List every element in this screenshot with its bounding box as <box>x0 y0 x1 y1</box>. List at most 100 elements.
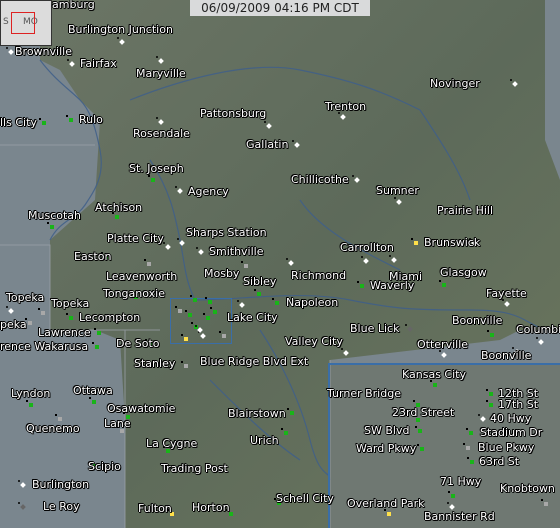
osawatomie-station-label[interactable]: Osawatomie <box>107 403 175 415</box>
63rd-st-station-marker[interactable] <box>467 457 474 464</box>
sharps-station-station-label[interactable]: Sharps Station <box>186 227 267 239</box>
blue-pkwy-station-label[interactable]: Blue Pkwy <box>478 442 534 454</box>
topeka-station-marker[interactable] <box>38 308 45 315</box>
sharps-station-station-marker[interactable] <box>177 238 179 240</box>
lyndon-station-label[interactable]: Lyndon <box>11 388 50 400</box>
stanley-station-marker[interactable] <box>181 361 188 368</box>
40-hwy-station-label[interactable]: 40 Hwy <box>490 413 531 425</box>
ottawa-station-label[interactable]: Ottawa <box>73 385 113 397</box>
urich-station-label[interactable]: Urich <box>250 435 279 447</box>
mosby-station-marker[interactable] <box>241 261 248 268</box>
miami-station-marker[interactable] <box>389 255 391 257</box>
knobtown-station-marker[interactable] <box>541 499 548 506</box>
ottawa-station-marker[interactable] <box>89 397 96 404</box>
blue-ridge-blvd-ext-station-label[interactable]: Blue Ridge Blvd Ext <box>200 356 308 368</box>
metro-station-marker[interactable] <box>195 325 197 327</box>
gallatin-station-label[interactable]: Gallatin <box>246 139 288 151</box>
blue-pkwy-station-marker[interactable] <box>463 443 470 450</box>
rulo-station-label[interactable]: Rulo <box>79 114 103 126</box>
prairie-hill-station-label[interactable]: Prairie Hill <box>437 205 493 217</box>
ward-pkwy-station-marker[interactable] <box>417 444 424 451</box>
sumner-station-label[interactable]: Sumner <box>376 185 419 197</box>
turner-bridge-station-label[interactable]: Turner Bridge <box>327 388 401 400</box>
metro-station-marker[interactable] <box>203 313 210 320</box>
quenemo-station-label[interactable]: Quenemo <box>26 423 80 435</box>
sw-blvd-station-label[interactable]: SW Blvd <box>364 425 409 437</box>
tonganoxie-station-label[interactable]: Tonganoxie <box>103 288 165 300</box>
fairfax-station-marker[interactable] <box>67 59 69 61</box>
muscotah-station-marker[interactable] <box>47 222 54 229</box>
ward-pkwy-station-label[interactable]: Ward Pkwy <box>356 443 416 455</box>
blue-lick-station-label[interactable]: Blue Lick <box>350 323 399 335</box>
lecompton-station-label[interactable]: Lecompton <box>79 312 140 324</box>
carrollton-station-label[interactable]: Carrollton <box>340 242 394 254</box>
peka-station-label[interactable]: peka <box>0 319 27 331</box>
boonville-station-label[interactable]: Boonville <box>481 350 531 362</box>
brunswick-station-marker[interactable] <box>411 238 418 245</box>
easton-station-label[interactable]: Easton <box>74 251 111 263</box>
burlington-station-label[interactable]: Burlington <box>32 479 89 491</box>
maryville-station-label[interactable]: Maryville <box>136 68 186 80</box>
rosendale-station-label[interactable]: Rosendale <box>133 128 190 140</box>
lane-station-label[interactable]: Lane <box>104 418 131 430</box>
burlington-junction-station-label[interactable]: Burlington Junction <box>68 24 173 36</box>
brunswick-station-label[interactable]: Brunswick <box>424 237 480 249</box>
71-hwy-station-label[interactable]: 71 Hwy <box>440 476 481 488</box>
agency-station-label[interactable]: Agency <box>188 186 229 198</box>
63rd-st-station-label[interactable]: 63rd St <box>479 456 519 468</box>
knobtown-station-label[interactable]: Knobtown <box>500 483 555 495</box>
brownville-station-label[interactable]: Brownville <box>15 46 72 58</box>
valley-city-station-marker[interactable] <box>341 348 343 350</box>
metro-station-marker[interactable] <box>210 307 217 314</box>
atchison-station-label[interactable]: Atchison <box>95 202 142 214</box>
12th-st-station-marker[interactable] <box>486 389 493 396</box>
napoleon-station-label[interactable]: Napoleon <box>286 297 338 309</box>
weather-station-map[interactable]: S MO amburg 06/09/2009 04:16 PM CDT Burl… <box>0 0 560 528</box>
muscotah-station-label[interactable]: Muscotah <box>28 210 81 222</box>
bannister-rd-station-label[interactable]: Bannister Rd <box>424 511 495 523</box>
rosendale-station-marker[interactable] <box>156 117 158 119</box>
glasgow-station-label[interactable]: Glasgow <box>440 267 487 279</box>
le-roy-station-marker[interactable] <box>18 502 20 504</box>
rulo-station-marker[interactable] <box>66 115 73 122</box>
metro-station-marker[interactable] <box>181 334 188 341</box>
burlington-station-marker[interactable] <box>18 480 20 482</box>
sibley-station-marker[interactable] <box>254 289 261 296</box>
metro-station-marker[interactable] <box>175 306 182 313</box>
stadium-dr-station-label[interactable]: Stadium Dr <box>480 427 542 439</box>
lecompton-station-marker[interactable] <box>66 313 73 320</box>
blairstown-station-marker[interactable] <box>287 408 294 415</box>
agency-station-marker[interactable] <box>175 186 177 188</box>
waverly-station-label[interactable]: Waverly <box>370 280 414 292</box>
leavenworth-station-marker[interactable] <box>144 259 151 266</box>
brownville-station-marker[interactable] <box>6 47 8 49</box>
pattonsburg-station-marker[interactable] <box>264 121 266 123</box>
scipio-station-label[interactable]: Scipio <box>88 461 121 473</box>
st-joseph-station-label[interactable]: St. Joseph <box>129 163 184 175</box>
novinger-station-marker[interactable] <box>510 79 512 81</box>
carrollton-station-marker[interactable] <box>361 256 363 258</box>
valley-city-station-label[interactable]: Valley City <box>285 336 343 348</box>
17th-st-station-label[interactable]: 17th St <box>498 399 538 411</box>
sibley-station-label[interactable]: Sibley <box>243 276 276 288</box>
lake-city-station-marker[interactable] <box>237 300 239 302</box>
stadium-dr-station-marker[interactable] <box>466 428 473 435</box>
novinger-station-label[interactable]: Novinger <box>430 78 480 90</box>
71-hwy-station-marker[interactable] <box>448 491 455 498</box>
lawrence-station-label[interactable]: Lawrence <box>38 327 91 339</box>
topeka-station-label[interactable]: Topeka <box>6 292 44 304</box>
fulton-station-label[interactable]: Fulton <box>138 503 172 515</box>
de-soto-station-label[interactable]: De Soto <box>116 338 160 350</box>
lls-city-station-marker[interactable] <box>39 118 46 125</box>
lyndon-station-marker[interactable] <box>26 400 33 407</box>
sw-blvd-station-marker[interactable] <box>415 426 422 433</box>
metro-station-marker[interactable] <box>185 310 192 317</box>
bannister-rd-station-marker[interactable] <box>447 502 449 504</box>
lake-city-station-label[interactable]: Lake City <box>227 312 278 324</box>
waverly-station-marker[interactable] <box>357 281 364 288</box>
mosby-station-label[interactable]: Mosby <box>204 268 239 280</box>
maryville-station-marker[interactable] <box>156 56 158 58</box>
17th-st-station-marker[interactable] <box>486 400 493 407</box>
schell-city-station-label[interactable]: Schell City <box>276 493 334 505</box>
rence-wakarusa-station-marker[interactable] <box>92 342 99 349</box>
